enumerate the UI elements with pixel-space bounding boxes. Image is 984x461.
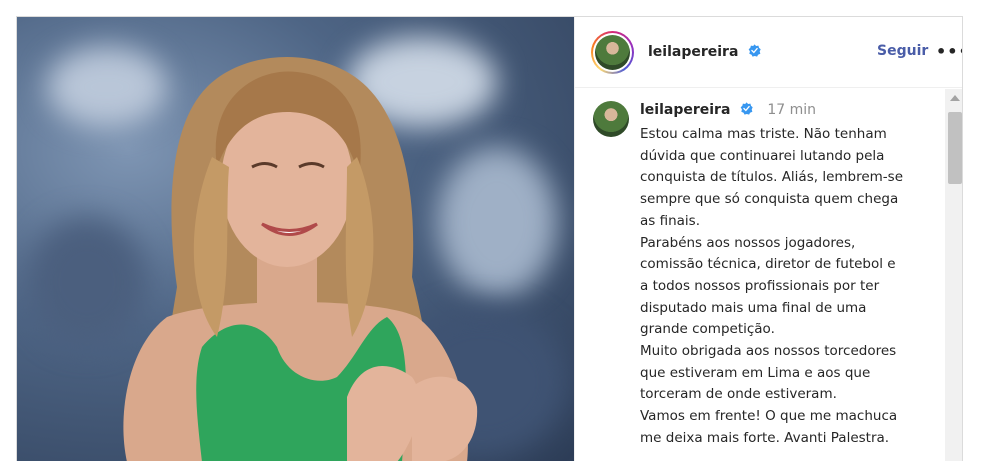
caption-comment: leilapereira 17 min Estou calma mas tris… xyxy=(575,89,945,461)
follow-button[interactable]: Seguir xyxy=(877,43,928,59)
comments-scrollbar[interactable] xyxy=(945,89,962,461)
scroll-up-arrow-icon[interactable] xyxy=(950,95,960,101)
comment-header: leilapereira 17 min xyxy=(640,102,816,118)
scrollbar-thumb[interactable] xyxy=(948,112,962,184)
more-options-icon[interactable]: ••• xyxy=(936,42,962,61)
avatar xyxy=(595,34,630,70)
post-sidebar: leilapereira Seguir ••• leilapereira 17 … xyxy=(574,17,962,461)
post-header: leilapereira Seguir ••• xyxy=(575,17,962,88)
person-illustration xyxy=(123,57,478,461)
header-username[interactable]: leilapereira xyxy=(648,44,761,60)
username-text[interactable]: leilapereira xyxy=(648,44,738,60)
verified-badge-icon xyxy=(740,102,753,115)
caption-text: Estou calma mas triste. Não tenham dúvid… xyxy=(640,126,904,446)
avatar-story-ring[interactable] xyxy=(591,30,634,74)
instagram-post: leilapereira Seguir ••• leilapereira 17 … xyxy=(16,16,963,461)
comment-timestamp[interactable]: 17 min xyxy=(767,102,816,118)
post-photo[interactable] xyxy=(17,17,574,461)
verified-badge-icon xyxy=(748,44,761,57)
comment-username[interactable]: leilapereira xyxy=(640,102,730,118)
avatar[interactable] xyxy=(593,101,629,137)
